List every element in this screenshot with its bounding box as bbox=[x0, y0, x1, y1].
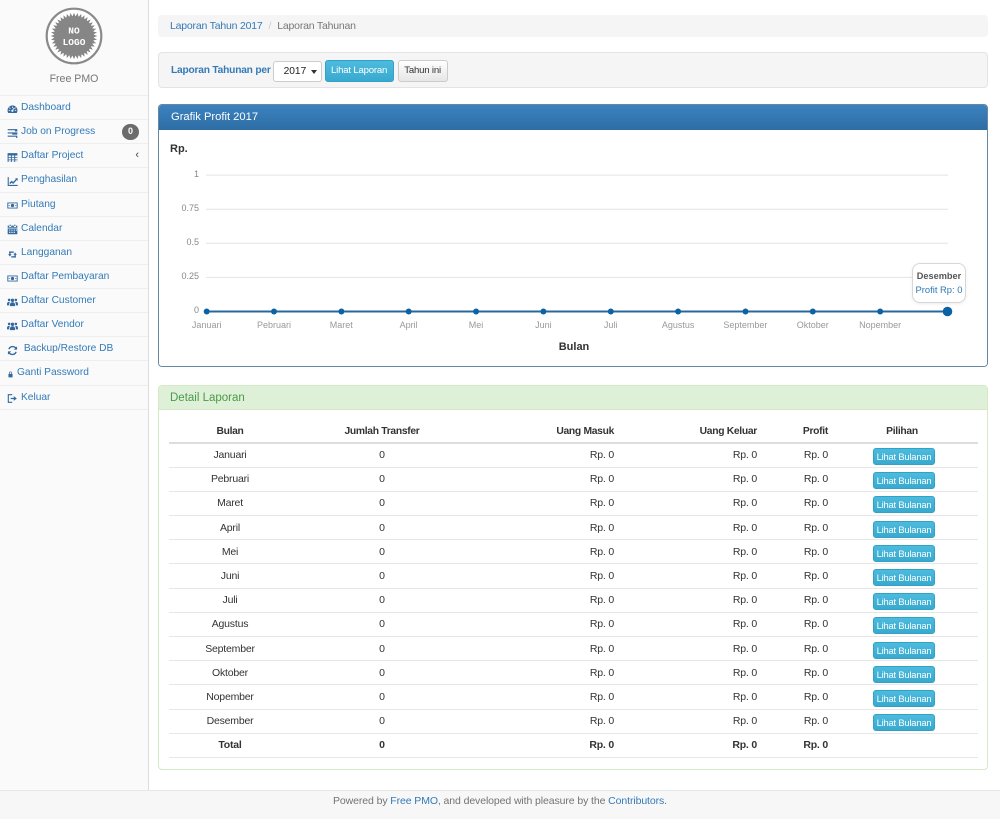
svg-text:NO: NO bbox=[68, 26, 80, 37]
svg-text:LOGO: LOGO bbox=[63, 37, 86, 48]
